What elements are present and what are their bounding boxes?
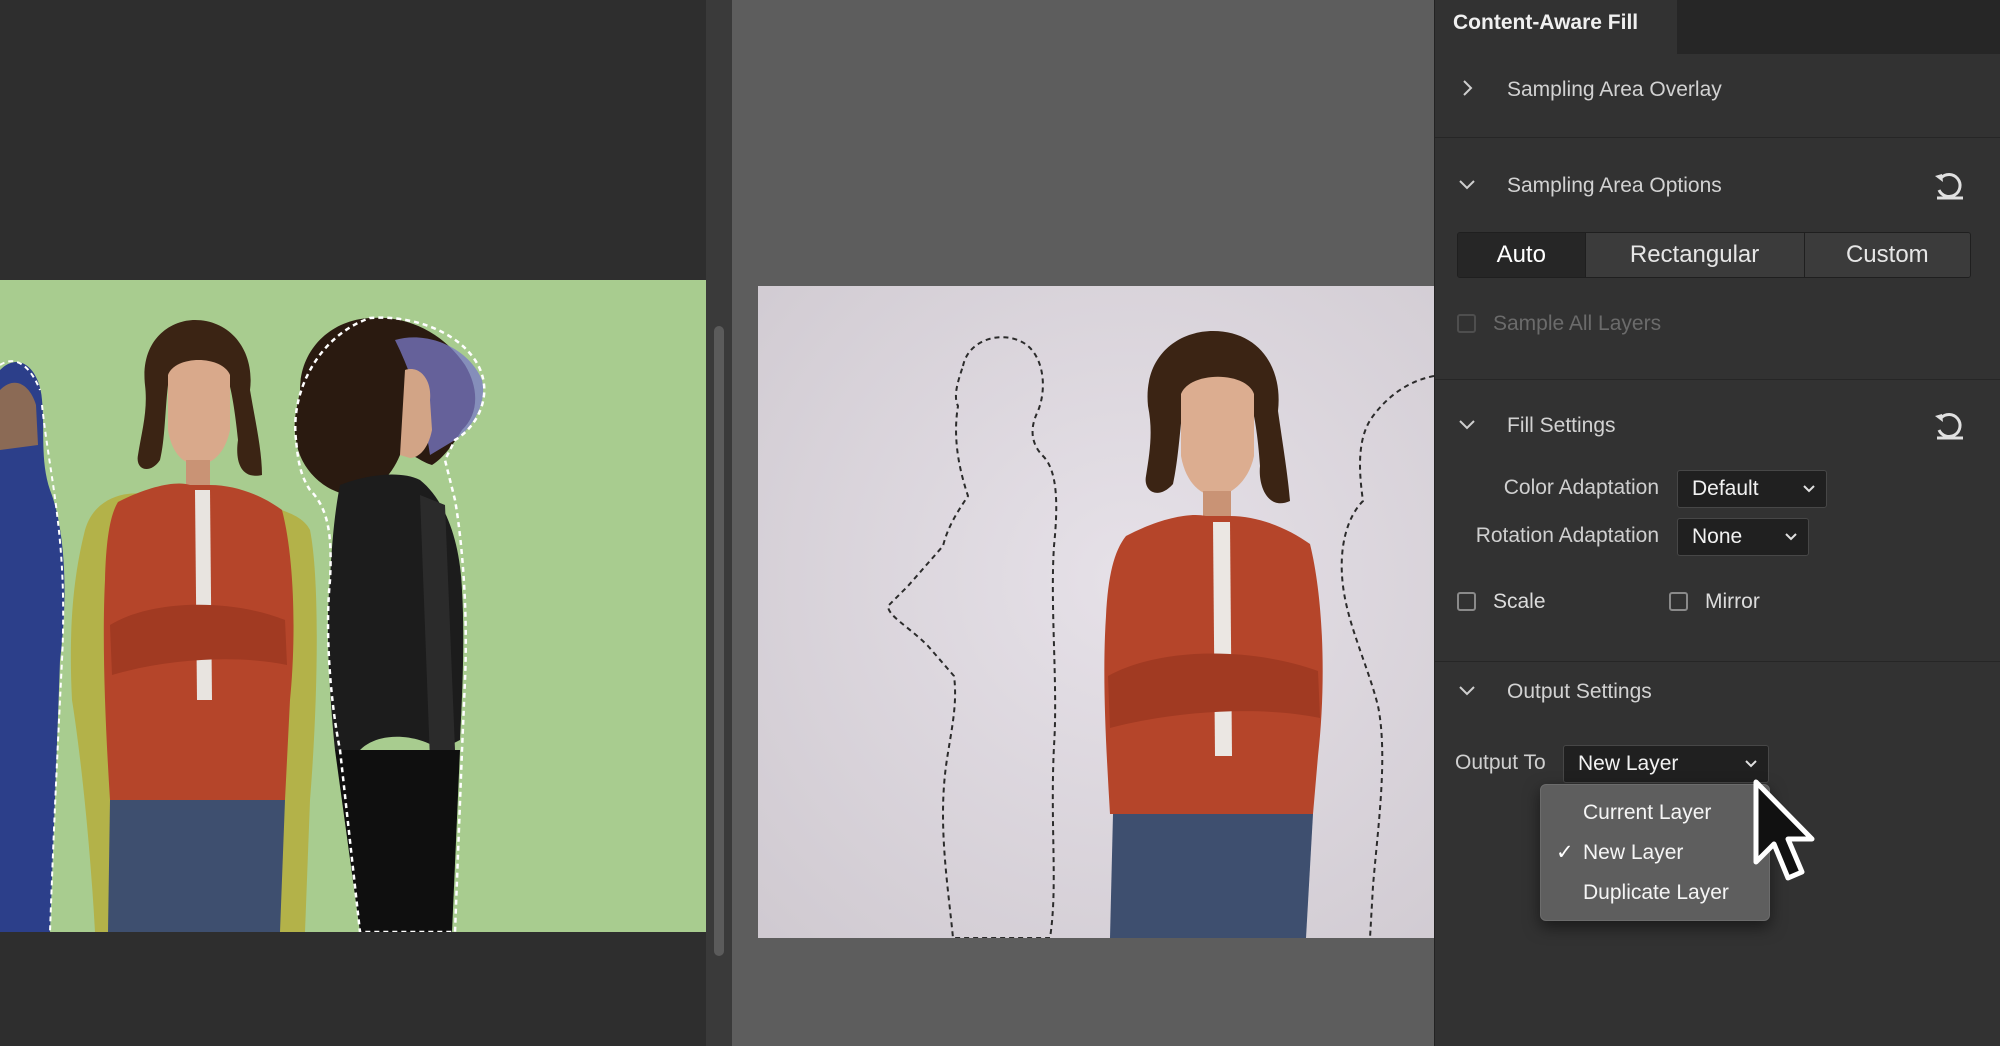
section-sampling-area-options: Sampling Area Options Auto Rectangular C… bbox=[1435, 138, 2000, 380]
color-adaptation-value: Default bbox=[1692, 477, 1759, 500]
chevron-down-icon[interactable] bbox=[1455, 412, 1479, 436]
sampling-mode-segmented-control: Auto Rectangular Custom bbox=[1457, 232, 1971, 278]
splitter-handle[interactable] bbox=[714, 326, 724, 956]
output-to-dropdown[interactable]: New Layer bbox=[1563, 745, 1769, 783]
mirror-label: Mirror bbox=[1705, 590, 1760, 613]
reset-icon[interactable] bbox=[1931, 408, 1967, 444]
mode-auto-button[interactable]: Auto bbox=[1458, 233, 1586, 277]
menu-item-label: Duplicate Layer bbox=[1583, 881, 1729, 904]
mode-custom-button[interactable]: Custom bbox=[1804, 233, 1970, 277]
rotation-adaptation-dropdown[interactable]: None bbox=[1677, 518, 1809, 556]
menu-item-duplicate-layer[interactable]: Duplicate Layer bbox=[1541, 873, 1769, 913]
output-to-value: New Layer bbox=[1578, 752, 1679, 775]
chevron-down-icon[interactable] bbox=[1455, 678, 1479, 702]
mirror-checkbox[interactable] bbox=[1669, 592, 1688, 611]
section-title-fill: Fill Settings bbox=[1507, 414, 1616, 437]
rotation-adaptation-value: None bbox=[1692, 525, 1743, 548]
preview-image bbox=[0, 316, 486, 932]
chevron-down-icon[interactable] bbox=[1455, 172, 1479, 196]
document-image bbox=[758, 286, 1434, 938]
scale-label: Scale bbox=[1493, 590, 1546, 613]
section-header-overlay[interactable]: Sampling Area Overlay bbox=[1435, 70, 2000, 110]
section-title-overlay: Sampling Area Overlay bbox=[1507, 78, 1722, 101]
mouse-pointer-icon bbox=[1753, 779, 1815, 881]
output-to-menu: Current Layer ✓ New Layer Duplicate Laye… bbox=[1540, 784, 1770, 921]
menu-item-current-layer[interactable]: Current Layer bbox=[1541, 793, 1769, 833]
preview-pane[interactable] bbox=[0, 0, 706, 1046]
sample-all-layers-label: Sample All Layers bbox=[1493, 312, 1662, 335]
section-title-sampling: Sampling Area Options bbox=[1507, 174, 1722, 197]
menu-item-new-layer[interactable]: ✓ New Layer bbox=[1541, 833, 1769, 873]
rotation-adaptation-label: Rotation Adaptation bbox=[1475, 524, 1659, 547]
chevron-right-icon[interactable] bbox=[1455, 76, 1479, 100]
section-title-output: Output Settings bbox=[1507, 680, 1652, 703]
panel-tab-bar: Content-Aware Fill bbox=[1435, 0, 2000, 54]
reset-icon[interactable] bbox=[1931, 168, 1967, 204]
mode-rectangular-button[interactable]: Rectangular bbox=[1585, 233, 1805, 277]
output-to-label: Output To bbox=[1455, 751, 1546, 774]
scale-checkbox[interactable] bbox=[1457, 592, 1476, 611]
color-adaptation-dropdown[interactable]: Default bbox=[1677, 470, 1827, 508]
checkmark-icon: ✓ bbox=[1556, 841, 1574, 864]
section-fill-settings: Fill Settings Color Adaptation Default R… bbox=[1435, 380, 2000, 662]
sample-all-layers-checkbox[interactable] bbox=[1457, 314, 1476, 333]
section-header-sampling[interactable]: Sampling Area Options bbox=[1435, 166, 2000, 206]
panel-tab-content-aware-fill[interactable]: Content-Aware Fill bbox=[1435, 0, 1677, 54]
section-header-fill[interactable]: Fill Settings bbox=[1435, 406, 2000, 446]
menu-item-label: Current Layer bbox=[1583, 801, 1712, 824]
menu-item-label: New Layer bbox=[1583, 841, 1684, 864]
chevron-down-icon bbox=[1803, 485, 1815, 493]
chevron-down-icon bbox=[1745, 760, 1757, 768]
document-canvas[interactable] bbox=[758, 286, 1434, 938]
pane-splitter[interactable] bbox=[706, 0, 732, 1046]
section-header-output[interactable]: Output Settings bbox=[1435, 672, 2000, 712]
preview-canvas[interactable] bbox=[0, 280, 706, 932]
document-pane[interactable] bbox=[732, 0, 1434, 1046]
section-sampling-area-overlay: Sampling Area Overlay bbox=[1435, 54, 2000, 138]
color-adaptation-label: Color Adaptation bbox=[1503, 476, 1659, 499]
chevron-down-icon bbox=[1785, 533, 1797, 541]
